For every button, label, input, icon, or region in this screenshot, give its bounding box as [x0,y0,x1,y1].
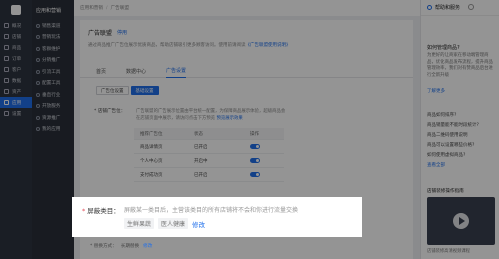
replace-mode-label: * 替换方式： [90,244,117,249]
blocked-category-tags: 生鲜果蔬 医人健康 修改 [124,218,205,229]
edit-blocked-category-link[interactable]: 修改 [192,219,205,229]
category-tag: 生鲜果蔬 [124,218,155,229]
blocked-category-row: * 屏蔽类目： 屏蔽某一类目后，主营该类目的所有店铺将不会和你进行流量交换 生鲜果… [72,197,362,237]
blocked-category-hint: 屏蔽某一类目后，主营该类目的所有店铺将不会和你进行流量交换 [124,207,299,214]
blocked-category-label: * 屏蔽类目： [82,207,120,215]
category-tag: 医人健康 [158,218,189,229]
edit-replace-mode-link[interactable]: 修改 [143,243,152,249]
replace-mode-value: 长期替换 [120,244,140,249]
replace-mode-row: * 替换方式： 长期替换 修改 [90,243,152,249]
